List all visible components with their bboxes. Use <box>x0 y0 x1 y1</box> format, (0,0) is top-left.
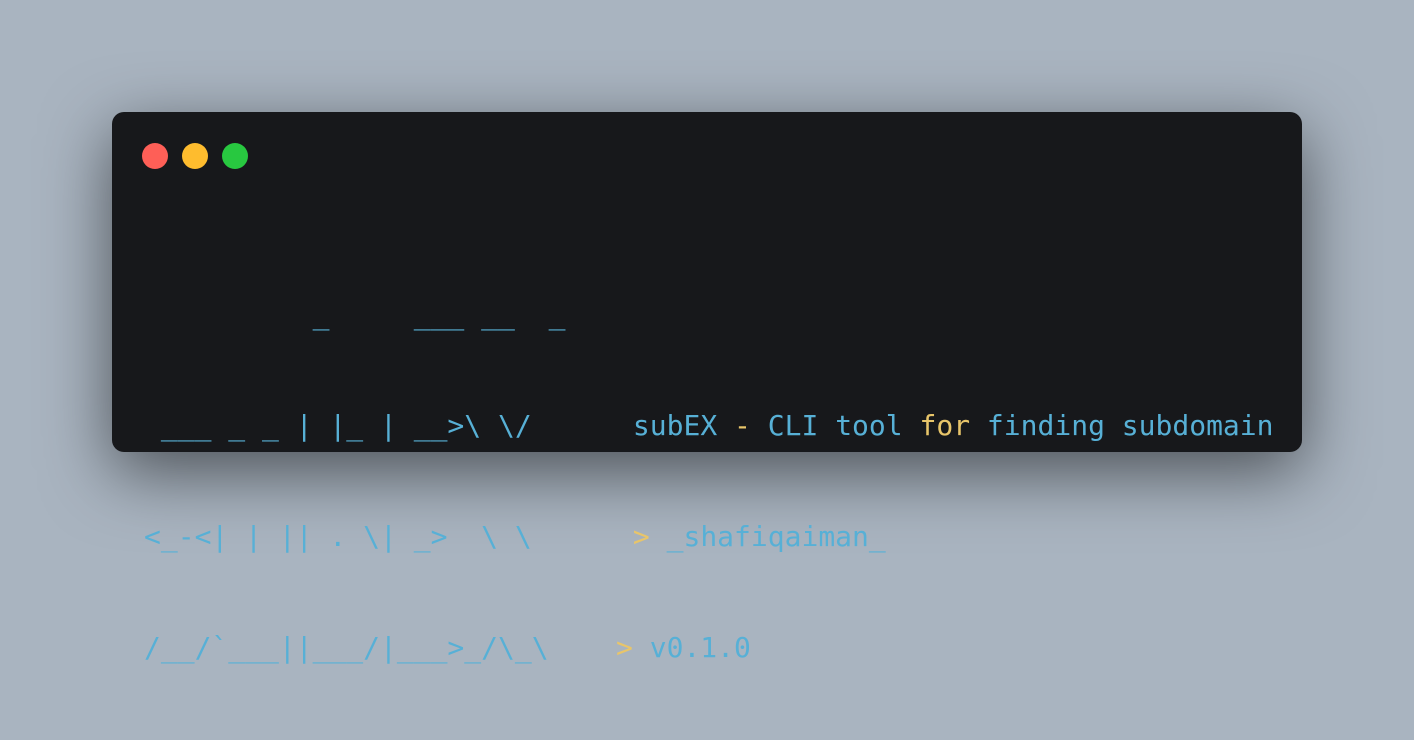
ascii-art-line: <_-<| | || . \| _> \ \ <box>144 520 532 553</box>
tool-name: subEX <box>632 409 718 442</box>
terminal-line-2: ___ _ _ | |_ | __>\ \/ subEX - CLI tool … <box>144 407 1274 444</box>
terminal-line-4: /__/`___||___/|___>_/\_\ > v0.1.0 <box>144 629 1274 666</box>
terminal-line-1: _ ___ __ _ <box>144 296 1274 333</box>
terminal-output: _ ___ __ _ ___ _ _ | |_ | __>\ \/ subEX … <box>144 222 1274 740</box>
ascii-art-line: /__/`___||___/|___>_/\_\ <box>144 631 549 664</box>
tool-description-part1: CLI tool <box>767 409 903 442</box>
terminal-line-3: <_-<| | || . \| _> \ \ > _shafiqaiman_ <box>144 518 1274 555</box>
version-label: v0.1.0 <box>649 631 751 664</box>
ascii-art-line: _ ___ __ _ <box>144 298 566 331</box>
author-name: _shafiqaiman_ <box>666 520 886 553</box>
minimize-window-button[interactable] <box>182 143 208 169</box>
maximize-window-button[interactable] <box>222 143 248 169</box>
ascii-art-line: ___ _ _ | |_ | __>\ \/ <box>144 409 532 442</box>
terminal-window: _ ___ __ _ ___ _ _ | |_ | __>\ \/ subEX … <box>112 112 1302 664</box>
tool-description-part2: finding subdomain <box>986 409 1274 442</box>
title-dash: - <box>734 409 751 442</box>
tool-description-for: for <box>919 409 971 442</box>
author-prompt: > <box>632 520 650 553</box>
close-window-button[interactable] <box>142 143 168 169</box>
version-prompt: > <box>616 631 633 664</box>
